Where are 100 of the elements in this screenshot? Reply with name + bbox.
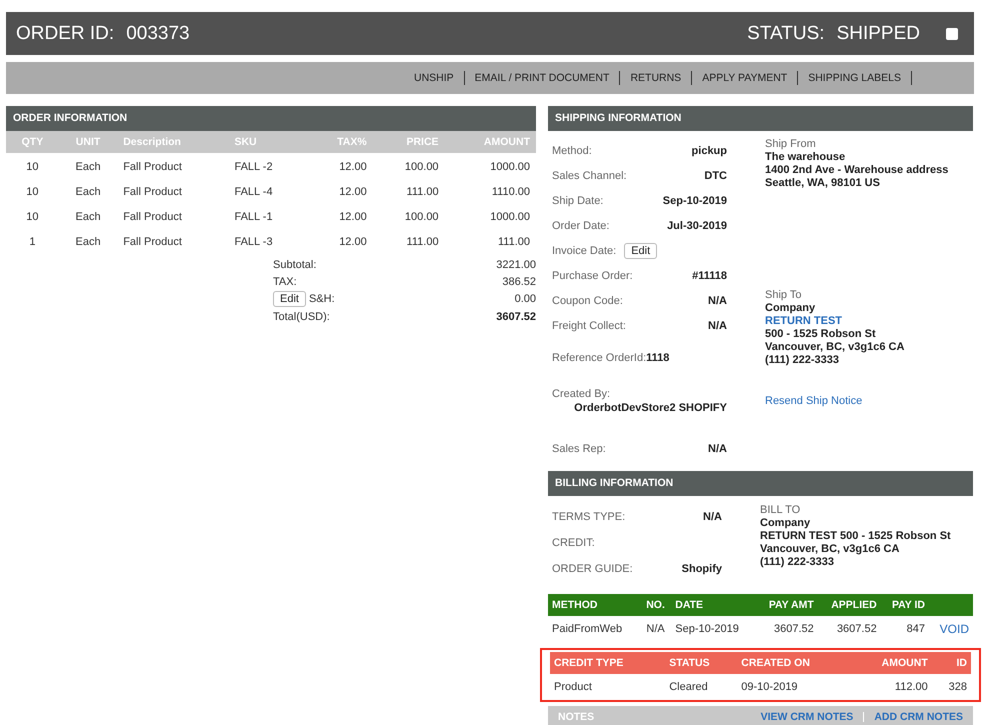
table-cell-text: 10 — [25, 184, 40, 200]
address-line: Company — [760, 517, 812, 530]
column-header: PAY ID — [880, 594, 930, 616]
address-line: 1400 2nd Ave - Warehouse address — [765, 164, 948, 177]
field-value: Shopify — [682, 563, 722, 575]
total-label: S&H: — [308, 293, 335, 305]
column-header: ID — [932, 652, 971, 674]
column-header: APPLIED — [818, 594, 881, 616]
table-cell: 847 — [880, 616, 930, 642]
total-label: TAX: — [273, 276, 297, 288]
table-cell-text: 12.00 — [338, 234, 368, 250]
table-cell: 1000.00 — [444, 153, 536, 178]
action-link[interactable]: SHIPPING LABELS — [798, 72, 911, 84]
field-label: Purchase Order: — [552, 270, 633, 282]
table-cell-text: 111.00 — [406, 184, 440, 200]
table-cell: 12.00 — [307, 153, 373, 178]
address-line: The warehouse — [765, 151, 846, 164]
address-line: (111) 222-3333 — [760, 556, 836, 569]
column-header: STATUS — [665, 652, 738, 674]
action-link[interactable]: UNSHIP — [404, 72, 464, 84]
checkbox[interactable] — [946, 28, 958, 40]
field-value: N/A — [708, 320, 727, 332]
column-header: AMOUNT — [851, 652, 932, 674]
field-value: #11118 — [692, 270, 727, 282]
table-cell: 10 — [6, 153, 59, 178]
action-link[interactable]: APPLY PAYMENT — [692, 72, 798, 84]
table-cell-text: 1000.00 — [489, 210, 531, 224]
edit-button[interactable]: Edit — [273, 291, 306, 307]
total-value: 386.52 — [502, 276, 536, 288]
column-header: CREATED ON — [737, 652, 852, 674]
header-cell — [929, 594, 973, 616]
table-cell: N/A — [640, 616, 672, 642]
status-value: SHIPPED — [836, 22, 920, 44]
address-line: Vancouver, BC, v3g1c6 CA — [760, 543, 900, 556]
action-link[interactable]: RETURNS — [620, 72, 692, 84]
table-cell: 09-10-2019 — [737, 674, 852, 700]
table-cell: 3607.52 — [755, 616, 818, 642]
void-link[interactable]: VOID — [940, 622, 969, 636]
status-label: STATUS: — [747, 22, 825, 44]
table-cell-text: Each — [74, 234, 102, 250]
table-cell-text: 100.00 — [404, 210, 440, 224]
table-cell-text: 1110.00 — [490, 184, 531, 200]
table-cell-text: 111.00 — [496, 234, 531, 250]
total-label: Subtotal: — [273, 258, 316, 270]
table-cell-text: Each — [74, 210, 102, 224]
table-cell: 112.00 — [851, 674, 932, 700]
field-label: Created By: — [552, 388, 612, 400]
field-value: Sep-10-2019 — [662, 194, 727, 206]
table-cell-text: Each — [74, 184, 102, 200]
table-cell-text: Fall Product — [122, 184, 183, 200]
table-cell: 100.00 — [372, 153, 445, 178]
table-cell: Sep-10-2019 — [671, 616, 756, 642]
field-label: Invoice Date: — [552, 244, 616, 256]
address-line: Company — [765, 302, 816, 315]
table-cell-text: Fall Product — [122, 210, 183, 224]
table-cell: FALL -2 — [228, 153, 308, 178]
table-cell-text: FALL -3 — [233, 234, 274, 250]
field-value: OrderbotDevStore2 SHOPIFY — [574, 402, 727, 414]
resend-link[interactable]: Resend Ship Notice — [765, 395, 948, 408]
field-value: DTC — [704, 170, 727, 182]
table-cell-text: 12.00 — [338, 210, 368, 224]
section-header: BILLING INFORMATION — [548, 471, 973, 496]
field-label: CREDIT: — [552, 537, 595, 549]
customer-link[interactable]: RETURN TEST — [765, 315, 948, 328]
address-line: RETURN TEST 500 - 1525 Robson St — [760, 530, 951, 543]
column-header: DATE — [671, 594, 756, 616]
column-header: PAY AMT — [755, 594, 818, 616]
field-label: Freight Collect: — [552, 320, 626, 332]
table-cell-text: FALL -4 — [233, 184, 274, 200]
field-label: Coupon Code: — [552, 294, 623, 306]
total-value: 0.00 — [514, 293, 536, 305]
total-label: Total(USD): — [273, 310, 330, 322]
table-cell-text: 10 — [25, 210, 40, 224]
section-header: ORDER INFORMATION — [6, 106, 536, 131]
field-value: N/A — [703, 511, 722, 523]
field-value: pickup — [692, 144, 727, 156]
field-label: Method: — [552, 144, 592, 156]
address-label: BILL TO — [760, 504, 802, 517]
table-cell-text: 12.00 — [338, 184, 368, 200]
field-label: Sales Channel: — [552, 170, 627, 182]
total-value: 3607.52 — [496, 310, 536, 322]
table-cell: Each — [58, 153, 118, 178]
action-link[interactable]: EMAIL / PRINT DOCUMENT — [464, 72, 620, 84]
address-label: Ship From — [765, 138, 817, 151]
table-cell: Cleared — [665, 674, 738, 700]
column-header: NO. — [640, 594, 672, 616]
table-cell-text: Fall Product — [122, 234, 183, 250]
table-cell-text: 1 — [28, 234, 36, 250]
table-cell-text: FALL -1 — [233, 210, 274, 224]
field-label: TERMS TYPE: — [552, 511, 626, 523]
section-header: SHIPPING INFORMATION — [548, 106, 973, 131]
field-value: N/A — [708, 294, 727, 306]
field-label: Order Date: — [552, 220, 610, 232]
table-cell: 3607.52 — [818, 616, 881, 642]
table-cell-text: 111.00 — [406, 234, 440, 250]
field-value: 1118 — [646, 352, 670, 364]
field-value: Jul-30-2019 — [667, 220, 727, 232]
field-label: Sales Rep: — [552, 442, 606, 454]
field-label: Ship Date: — [552, 194, 604, 206]
edit-button[interactable]: Edit — [624, 242, 658, 258]
